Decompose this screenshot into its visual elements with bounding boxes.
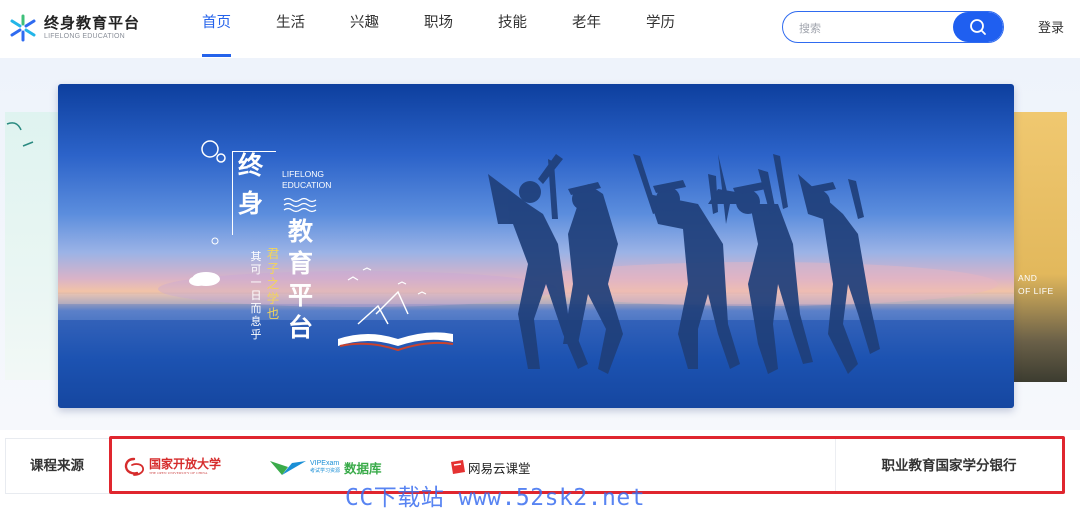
banner-en-line: EDUCATION <box>282 180 332 190</box>
banner-title-char: 身 <box>238 189 264 218</box>
banner-carousel: AND OF LIFE 终 身 LIFELONG EDUCATION 教 育 平… <box>0 58 1080 430</box>
watermark-text: CC下载站 www.52sk2.net <box>345 485 646 510</box>
nav-item-life[interactable]: 生活 <box>262 0 336 58</box>
nav-item-senior[interactable]: 老年 <box>558 0 632 58</box>
course-source-label: 课程来源 <box>30 458 84 474</box>
logo-subtitle: LIFELONG EDUCATION <box>44 32 125 40</box>
search-box <box>782 11 1004 43</box>
next-slide-text: OF LIFE <box>1018 286 1054 296</box>
banner-slide[interactable]: 终 身 LIFELONG EDUCATION 教 育 平 台 君子之学也 其可一… <box>58 84 1014 408</box>
banner-en-title: LIFELONG EDUCATION <box>282 169 331 191</box>
carousel-next-slide[interactable]: AND OF LIFE <box>1012 112 1067 382</box>
nav-item-home[interactable]: 首页 <box>188 0 262 58</box>
logo-title: 终身教育平台 <box>44 13 141 32</box>
banner-title-char: 平 <box>288 281 314 310</box>
search-input[interactable] <box>799 18 949 38</box>
nav-item-degree[interactable]: 学历 <box>632 0 706 58</box>
banner-title-char: 终 <box>238 151 264 180</box>
header: 终身教育平台 LIFELONG EDUCATION 首页 生活 兴趣 职场 技能… <box>0 0 1080 58</box>
banner-slogan-yellow: 君子之学也 <box>266 246 280 321</box>
search-button[interactable] <box>953 12 1003 42</box>
main-nav: 首页 生活 兴趣 职场 技能 老年 学历 <box>188 0 706 58</box>
nav-item-career[interactable]: 职场 <box>410 0 484 58</box>
banner-title-char: 育 <box>288 249 314 278</box>
logo-icon <box>8 13 38 43</box>
search-icon <box>970 19 986 35</box>
nav-item-skills[interactable]: 技能 <box>484 0 558 58</box>
banner-en-line: LIFELONG <box>282 169 325 179</box>
next-slide-text: AND <box>1018 273 1038 283</box>
login-link[interactable]: 登录 <box>1038 17 1064 36</box>
logo[interactable]: 终身教育平台 LIFELONG EDUCATION <box>8 12 148 44</box>
banner-slogan-white: 其可一日而息乎 <box>250 250 262 341</box>
carousel-prev-slide[interactable] <box>5 112 63 380</box>
banner-title-char: 教 <box>288 217 314 246</box>
banner-title-char: 台 <box>288 313 314 342</box>
banner-illustration <box>58 140 1014 408</box>
nav-item-interest[interactable]: 兴趣 <box>336 0 410 58</box>
